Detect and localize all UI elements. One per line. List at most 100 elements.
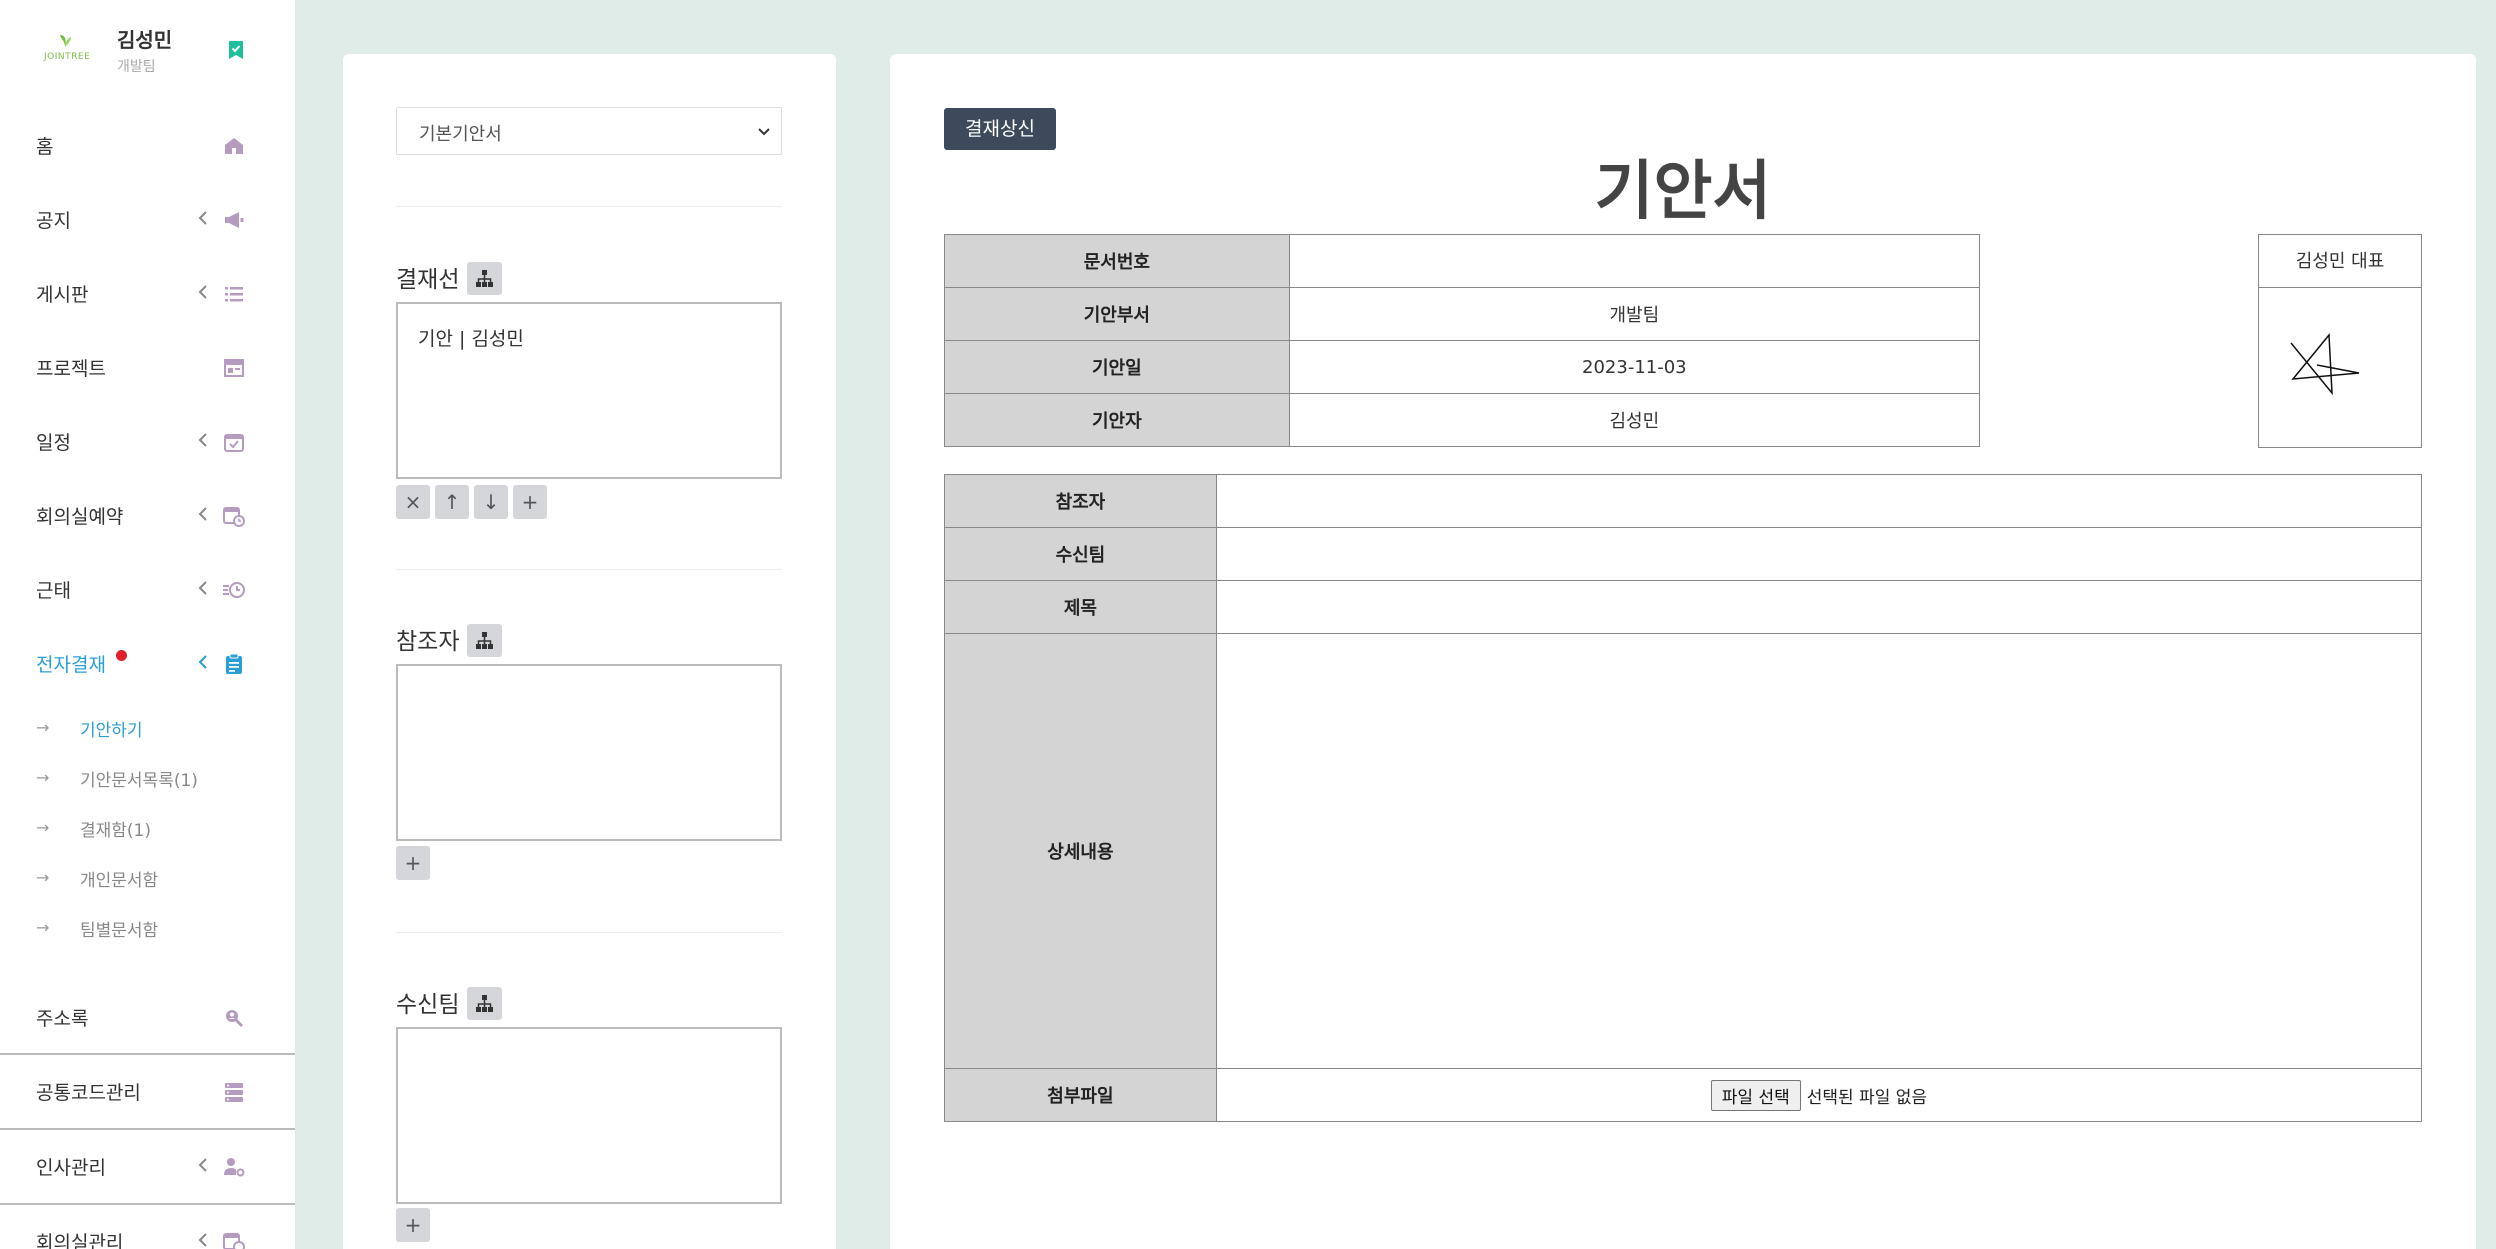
org-chart-button[interactable]: [467, 262, 502, 295]
sidebar-item-attendance[interactable]: 근태: [0, 552, 295, 626]
table-row: 기안부서 개발팀: [944, 287, 1981, 341]
subject-label: 제목: [944, 580, 1217, 634]
arrow-right-icon: →: [36, 768, 50, 787]
sidebar-item-board[interactable]: 게시판: [0, 256, 295, 330]
detail-label: 상세내용: [944, 633, 1217, 1069]
approval-form-panel: 기본기안서 결재선 기안 | 김성민 × ↑ ↓ + 참조자 + 수신팀 +: [343, 54, 836, 1249]
add-approver-button[interactable]: +: [513, 485, 547, 519]
chevron-left-icon: [198, 211, 207, 225]
sidebar-item-address-book[interactable]: 주소록: [0, 980, 295, 1054]
move-up-button[interactable]: ↑: [435, 485, 469, 519]
file-status: 선택된 파일 없음: [1806, 1087, 1928, 1108]
sidebar-item-label: 근태: [36, 580, 71, 602]
add-team-button[interactable]: +: [396, 1208, 430, 1242]
home-icon: [225, 138, 243, 154]
draft-date-label: 기안일: [944, 340, 1290, 394]
sidebar-item-label: 전자결재: [36, 654, 106, 676]
sidebar-item-label: 회의실관리: [36, 1232, 124, 1249]
chevron-left-icon: [198, 285, 207, 299]
megaphone-icon: [225, 212, 244, 228]
signer-title: 김성민 대표: [2259, 235, 2421, 288]
subject-input[interactable]: [1215, 580, 2423, 634]
sidebar: JOINTREE 김성민 개발팀 홈 공지 게시판 프로젝트 일정 회의실예약 …: [0, 0, 295, 1249]
table-row: 수신팀: [944, 527, 2423, 581]
calendar-clock-icon: [223, 1233, 245, 1249]
submenu-item-draft[interactable]: → 기안하기: [36, 702, 276, 752]
receiving-team-value: [1215, 527, 2423, 581]
sidebar-item-approval[interactable]: 전자결재: [0, 626, 295, 700]
table-row: 기안자 김성민: [944, 393, 1981, 447]
add-reference-button[interactable]: +: [396, 846, 430, 880]
sidebar-item-label: 회의실예약: [36, 506, 124, 528]
sidebar-item-project[interactable]: 프로젝트: [0, 330, 295, 404]
references-list[interactable]: [396, 664, 782, 841]
history-icon: [223, 582, 245, 598]
submenu-label: 팀별문서함: [80, 921, 159, 941]
chevron-left-icon: [198, 433, 207, 447]
bookmark-check-icon[interactable]: [224, 38, 248, 62]
document-title: 기안서: [1594, 155, 1772, 229]
user-name: 김성민: [117, 28, 173, 52]
sidebar-item-hr[interactable]: 인사관리: [0, 1129, 295, 1203]
submenu-label: 기안하기: [80, 721, 143, 741]
receiving-team-list[interactable]: [396, 1027, 782, 1204]
table-row: 제목: [944, 580, 2423, 634]
calendar-clock-icon: [223, 507, 245, 527]
submenu-label: 기안문서목록(1): [80, 771, 198, 791]
detail-textarea[interactable]: [1215, 633, 2423, 1069]
logo-text: JOINTREE: [44, 52, 91, 62]
approval-line-entry[interactable]: 기안 | 김성민: [418, 324, 524, 351]
sidebar-item-label: 프로젝트: [36, 358, 106, 380]
approval-line-list[interactable]: 기안 | 김성민: [396, 302, 782, 479]
table-row: 첨부파일 파일 선택 선택된 파일 없음: [944, 1068, 2423, 1122]
submenu-item-personal-docs[interactable]: → 개인문서함: [36, 852, 276, 902]
org-chart-icon: [476, 632, 493, 649]
chevron-left-icon: [198, 507, 207, 521]
signature-box: 김성민 대표: [2258, 234, 2422, 448]
sidebar-item-common-code[interactable]: 공통코드관리: [0, 1054, 295, 1128]
arrow-right-icon: →: [36, 868, 50, 887]
submenu-item-approval-box[interactable]: → 결재함(1): [36, 802, 276, 852]
submenu-label: 결재함(1): [80, 821, 152, 841]
sidebar-item-notice[interactable]: 공지: [0, 182, 295, 256]
references-label: 참조자: [944, 474, 1217, 528]
choose-file-button[interactable]: 파일 선택: [1710, 1079, 1801, 1111]
move-down-button[interactable]: ↓: [474, 485, 508, 519]
org-chart-icon: [476, 270, 493, 287]
org-chart-button[interactable]: [467, 624, 502, 657]
calendar-check-icon: [224, 434, 244, 452]
user-gear-icon: [224, 1158, 245, 1177]
company-logo: JOINTREE: [36, 30, 94, 76]
sidebar-item-label: 주소록: [36, 1008, 89, 1030]
search-person-icon: [226, 1010, 244, 1028]
submenu-item-draft-list[interactable]: → 기안문서목록(1): [36, 752, 276, 802]
sidebar-item-schedule[interactable]: 일정: [0, 404, 295, 478]
signature-image: [2290, 333, 2360, 396]
section-divider: [396, 206, 782, 207]
sidebar-item-label: 공통코드관리: [36, 1082, 141, 1104]
references-title: 참조자: [396, 629, 460, 655]
doc-number-value: [1288, 234, 1981, 288]
org-chart-button[interactable]: [467, 987, 502, 1020]
sidebar-item-label: 홈: [36, 136, 54, 158]
template-select[interactable]: 기본기안서: [396, 107, 782, 155]
list-icon: [225, 287, 243, 302]
attachment-label: 첨부파일: [944, 1068, 1217, 1122]
remove-approver-button[interactable]: ×: [396, 485, 430, 519]
table-row: 상세내용: [944, 633, 2423, 1069]
leaf-icon: [60, 35, 71, 47]
receiving-team-label: 수신팀: [944, 527, 1217, 581]
arrow-right-icon: →: [36, 818, 50, 837]
references-value: [1215, 474, 2423, 528]
sidebar-item-home[interactable]: 홈: [0, 108, 295, 182]
sidebar-item-meeting-room-admin[interactable]: 회의실관리: [0, 1204, 295, 1249]
chevron-down-icon: [758, 128, 770, 136]
arrow-right-icon: →: [36, 718, 50, 737]
document-info-table: 문서번호 기안부서 개발팀 기안일 2023-11-03 기안자 김성민: [944, 234, 1981, 447]
chevron-left-icon: [198, 581, 207, 595]
document-body-table: 참조자 수신팀 제목 상세내용 첨부파일 파일 선택 선택된 파일 없음: [944, 474, 2423, 1122]
draft-dept-label: 기안부서: [944, 287, 1290, 341]
arrow-right-icon: →: [36, 918, 50, 937]
sidebar-item-meeting-reservation[interactable]: 회의실예약: [0, 478, 295, 552]
submenu-item-team-docs[interactable]: → 팀별문서함: [36, 902, 276, 952]
